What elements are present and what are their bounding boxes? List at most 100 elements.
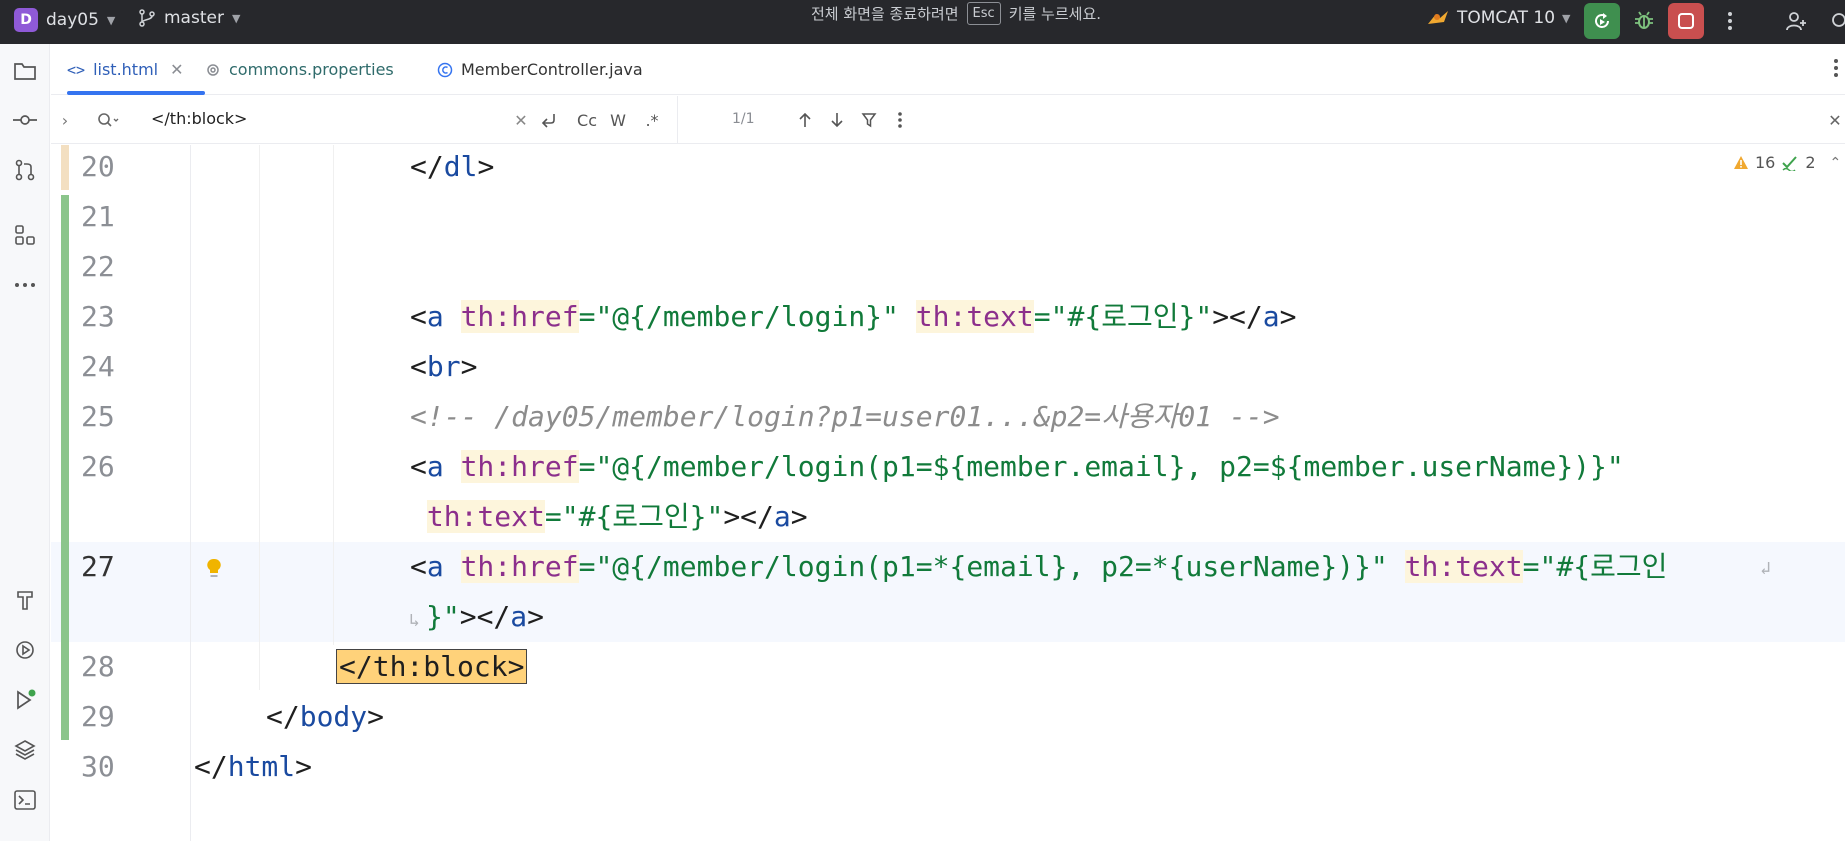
more-vertical-icon[interactable] xyxy=(893,108,907,132)
line-number: 21 xyxy=(81,200,115,233)
project-tool-button[interactable] xyxy=(12,58,38,84)
stop-icon xyxy=(1678,13,1694,29)
structure-tool-button[interactable] xyxy=(12,222,38,248)
code-token: < xyxy=(410,350,427,383)
build-tool-button[interactable] xyxy=(12,587,38,613)
code-token: = xyxy=(578,550,596,583)
search-everywhere-button[interactable] xyxy=(1822,3,1845,39)
gutter-divider xyxy=(190,145,191,841)
commit-tool-button[interactable] xyxy=(12,107,38,133)
find-bar: › </th:block> ✕ Cc W .* 1/1 ✕ xyxy=(51,96,1845,144)
filter-icon[interactable] xyxy=(859,108,879,132)
line-number: 20 xyxy=(81,150,115,183)
code-token: dl xyxy=(443,150,478,183)
expand-replace-icon[interactable]: › xyxy=(57,108,73,132)
intention-bulb-icon[interactable] xyxy=(204,556,224,584)
search-history-icon[interactable] xyxy=(95,108,121,132)
project-selector[interactable]: D day05 ▼ xyxy=(14,8,115,32)
line-number: 23 xyxy=(81,300,115,333)
structure-icon xyxy=(15,225,35,245)
code-token: ></ xyxy=(1212,300,1263,333)
pull-requests-tool-button[interactable] xyxy=(12,157,38,183)
code-token: a xyxy=(426,550,444,583)
layers-tool-button[interactable] xyxy=(12,737,38,763)
code-token: th:href xyxy=(460,300,579,333)
close-icon[interactable]: ✕ xyxy=(170,60,183,79)
code-line-28: </th:block> xyxy=(336,642,528,692)
indent-guide xyxy=(259,145,260,690)
chevron-down-icon: ▼ xyxy=(106,13,116,27)
tab-overflow-icon[interactable] xyxy=(1833,58,1839,82)
code-token: = xyxy=(578,300,596,333)
more-tools-button[interactable] xyxy=(12,272,38,298)
title-bar: D day05 ▼ master ▼ 전체 화면을 종료하려면 Esc 키를 누… xyxy=(0,0,1845,44)
tab-member-controller-java[interactable]: MemberController.java xyxy=(437,44,643,95)
close-icon[interactable]: ✕ xyxy=(1827,108,1843,132)
chevron-down-icon: ▼ xyxy=(1562,11,1571,25)
words-button[interactable]: W xyxy=(608,108,628,132)
terminal-icon xyxy=(14,790,36,810)
new-line-icon[interactable] xyxy=(538,108,560,132)
next-occurrence-icon[interactable] xyxy=(827,108,847,132)
active-tab-indicator xyxy=(67,91,205,95)
code-token: > xyxy=(295,750,313,783)
code-line-26: <a th:href="@{/member/login(p1=${member.… xyxy=(410,442,1624,492)
code-token: = xyxy=(544,500,562,533)
code-token: > xyxy=(367,700,385,733)
fullscreen-msg-post: 키를 누르세요. xyxy=(1008,5,1102,23)
tab-commons-properties[interactable]: commons.properties xyxy=(205,44,394,95)
pull-request-icon xyxy=(15,159,35,181)
code-editor[interactable]: 20 21 22 23 24 25 26 27 28 29 30 16 2 ⌃ … xyxy=(51,145,1845,841)
terminal-tool-button[interactable] xyxy=(12,787,38,813)
vcs-branch-selector[interactable]: master ▼ xyxy=(138,8,240,28)
code-token: < xyxy=(410,550,427,583)
inspections-widget[interactable]: 16 2 ⌃ xyxy=(1733,153,1841,172)
rerun-button[interactable] xyxy=(1584,3,1620,39)
commit-icon xyxy=(13,115,37,125)
search-input[interactable]: </th:block> xyxy=(151,109,247,128)
run-config-name: TOMCAT 10 xyxy=(1457,8,1556,28)
code-token: > xyxy=(460,350,478,383)
code-with-me-button[interactable] xyxy=(1778,3,1814,39)
code-token: = xyxy=(578,450,596,483)
line-number: 29 xyxy=(81,700,115,733)
services-tool-button[interactable] xyxy=(12,637,38,663)
run-tool-button[interactable] xyxy=(12,687,38,713)
warning-icon xyxy=(1734,155,1748,169)
find-field: › </th:block> ✕ Cc W .* xyxy=(51,96,678,144)
rerun-icon xyxy=(1595,13,1609,28)
tab-label: MemberController.java xyxy=(461,60,643,79)
code-token: a xyxy=(426,450,444,483)
bug-icon xyxy=(1635,11,1653,29)
match-count: 1/1 xyxy=(732,111,755,127)
match-case-button[interactable]: Cc xyxy=(575,108,599,132)
clear-search-icon[interactable]: ✕ xyxy=(513,108,529,132)
chevron-down-icon: ▼ xyxy=(231,11,241,25)
project-badge: D xyxy=(14,8,38,32)
code-token: > xyxy=(1279,300,1297,333)
stop-button[interactable] xyxy=(1668,3,1704,39)
fullscreen-msg-pre: 전체 화면을 종료하려면 xyxy=(811,5,959,23)
code-token: > xyxy=(527,600,545,633)
run-config-selector[interactable]: TOMCAT 10 ▼ xyxy=(1426,8,1571,28)
chevron-up-icon[interactable]: ⌃ xyxy=(1830,155,1842,171)
code-token: "#{로그인}" xyxy=(1050,300,1213,333)
more-horizontal-icon xyxy=(15,283,35,287)
line-number: 24 xyxy=(81,350,115,383)
tab-list-html[interactable]: <> list.html ✕ xyxy=(67,44,205,95)
services-icon xyxy=(16,641,34,659)
code-token: body xyxy=(299,700,368,733)
line-number: 22 xyxy=(81,250,115,283)
folder-icon xyxy=(14,63,36,80)
soft-wrap-icon: ↲ xyxy=(1760,558,1771,579)
code-line-30: </html> xyxy=(194,742,312,792)
more-actions-button[interactable] xyxy=(1712,3,1748,39)
tool-window-strip xyxy=(0,44,50,841)
previous-occurrence-icon[interactable] xyxy=(795,108,815,132)
debug-button[interactable] xyxy=(1626,3,1662,39)
vcs-modified-marker xyxy=(61,145,69,190)
code-token: html xyxy=(227,750,296,783)
regex-button[interactable]: .* xyxy=(641,108,663,132)
